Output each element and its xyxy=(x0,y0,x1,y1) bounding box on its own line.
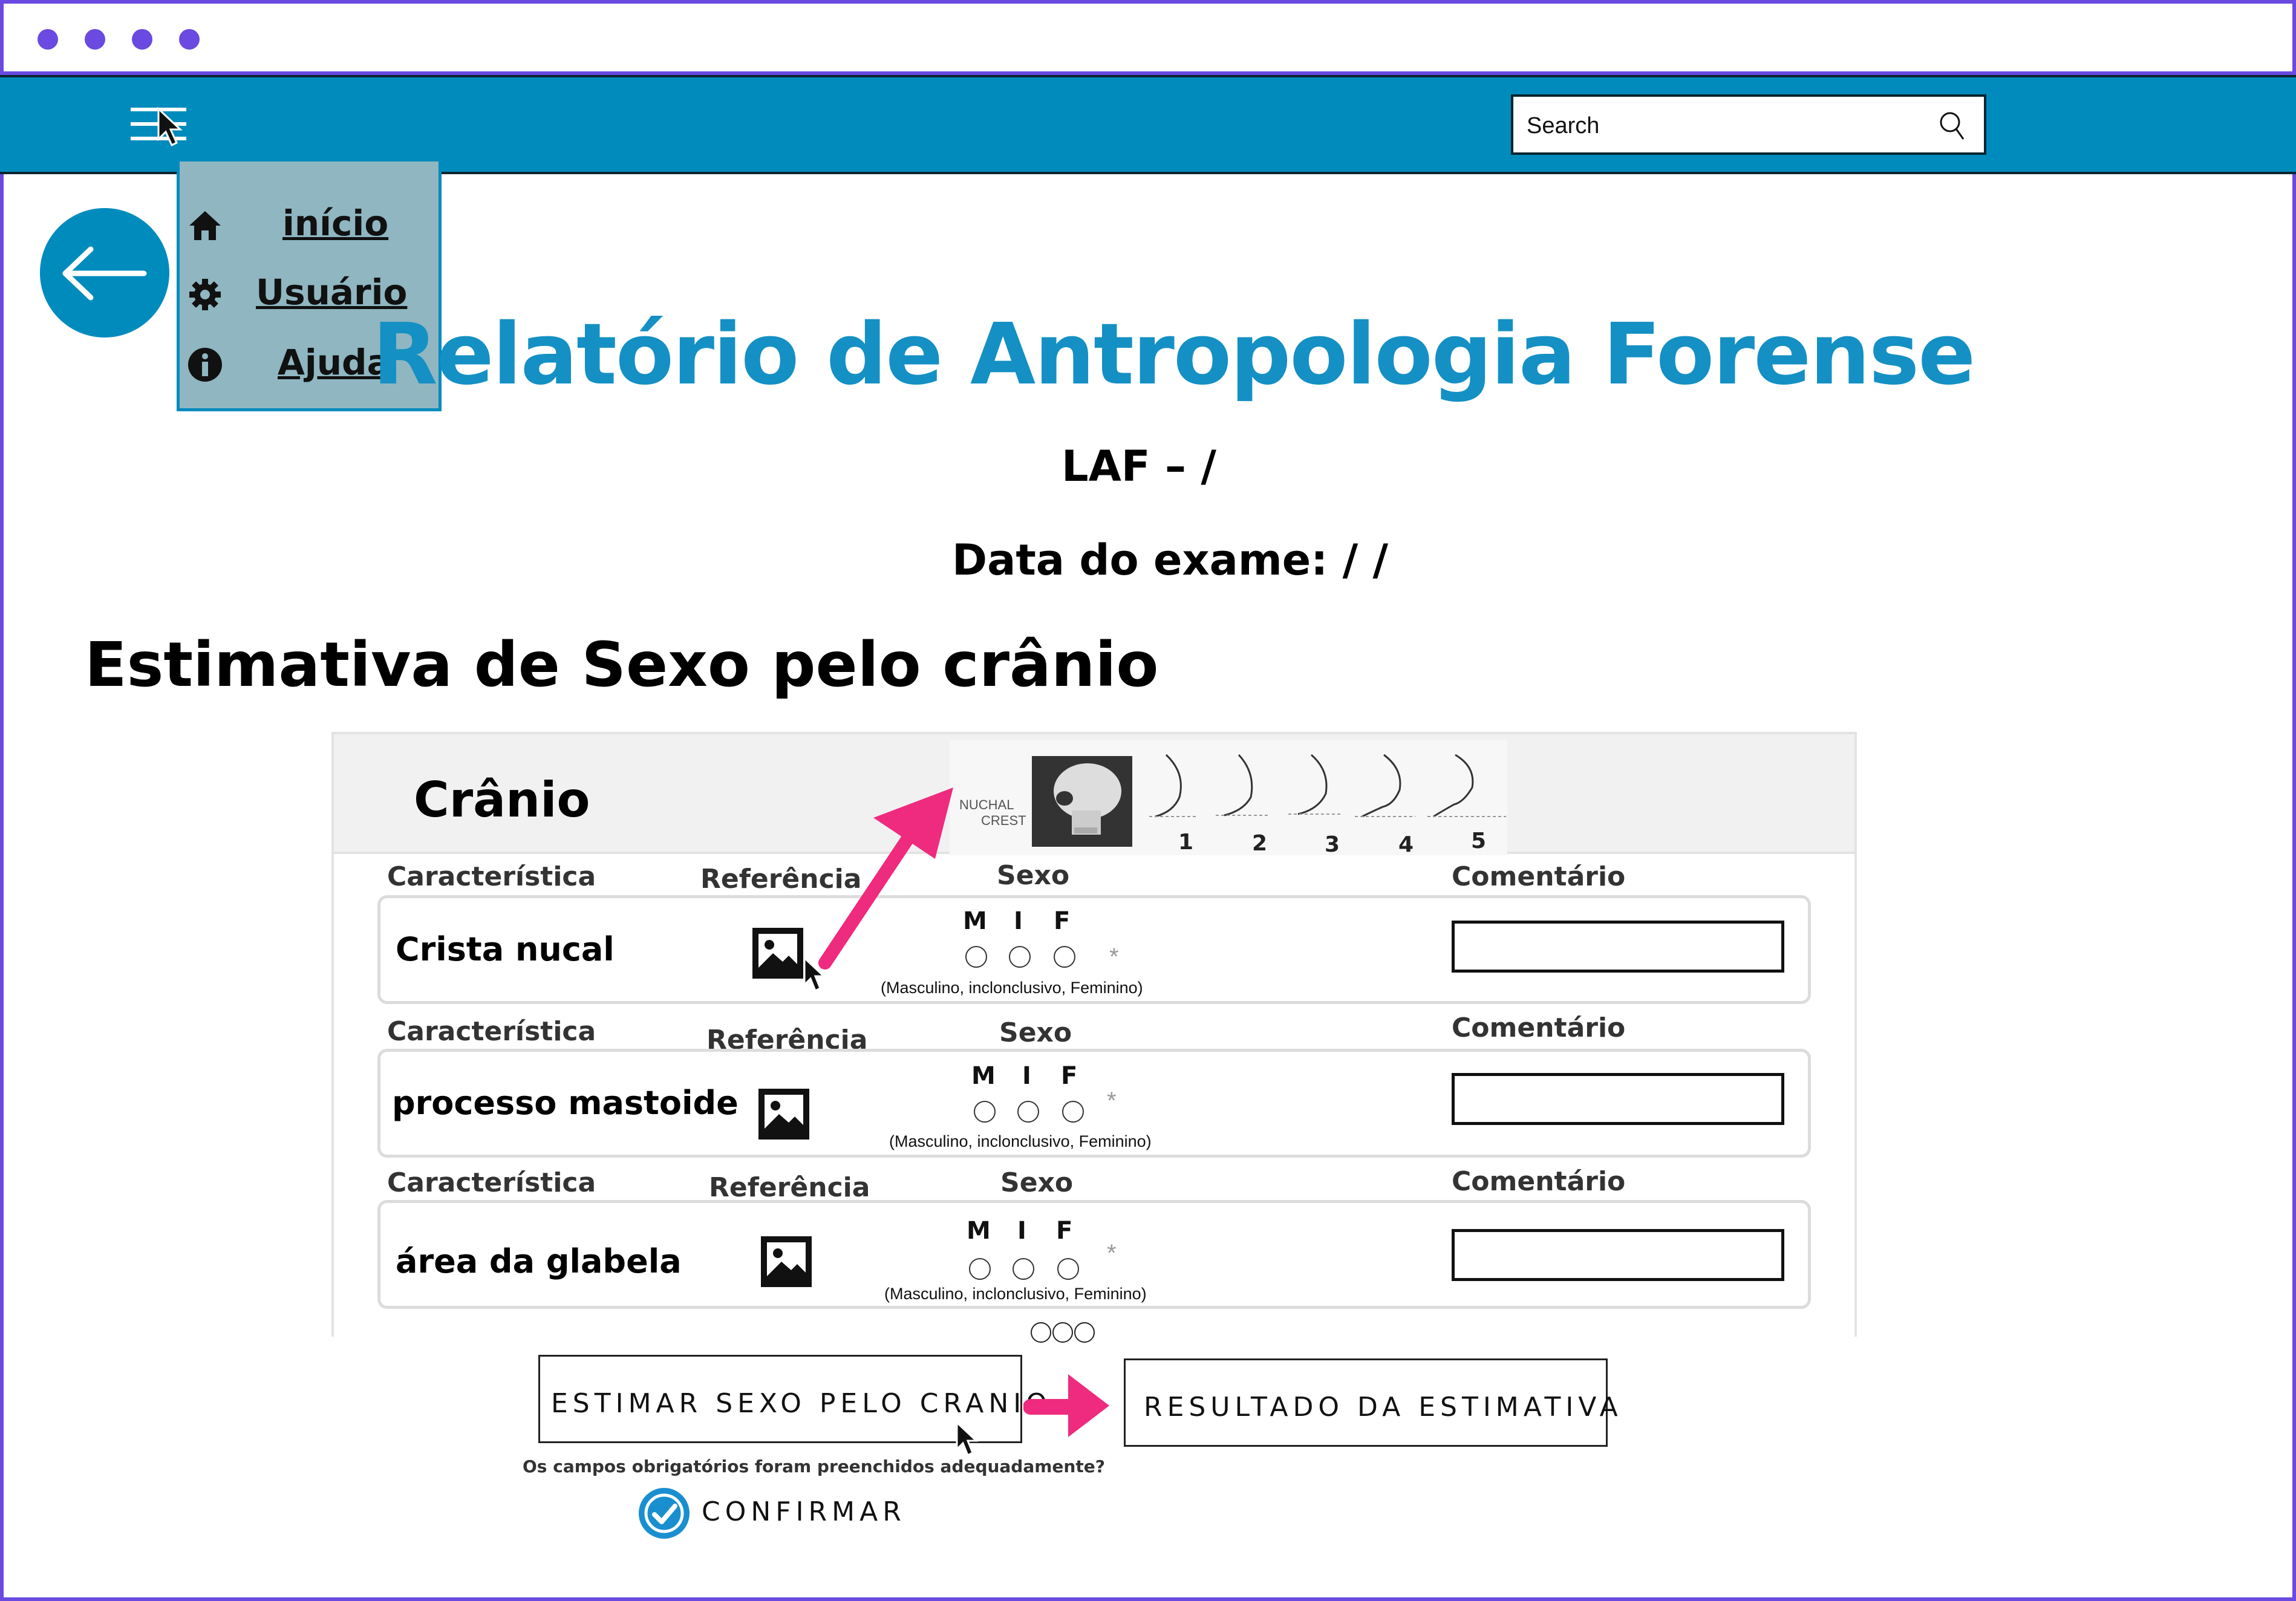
scale-label-5: 5 xyxy=(1471,829,1487,853)
scale-label-2: 2 xyxy=(1252,831,1268,856)
column-header-characteristic: Característica xyxy=(387,1016,596,1047)
exam-date: Data do exame: / / xyxy=(952,535,1389,585)
sex-option-i: I xyxy=(1022,1062,1031,1090)
menu-item-inicio[interactable]: início xyxy=(180,199,440,247)
sex-option-i: I xyxy=(1014,907,1023,935)
search-icon[interactable] xyxy=(1936,109,1969,143)
mouse-cursor-icon xyxy=(956,1420,979,1457)
reference-image-label: NUCHAL CREST xyxy=(959,797,1026,828)
search-box[interactable] xyxy=(1511,94,1986,155)
comment-field[interactable] xyxy=(1452,921,1784,973)
radio-inconclusivo[interactable] xyxy=(1017,1101,1039,1123)
window-dot xyxy=(179,29,200,50)
column-header-characteristic: Característica xyxy=(387,1167,596,1198)
pager-dot[interactable] xyxy=(1074,1322,1095,1343)
scale-label-3: 3 xyxy=(1325,832,1340,857)
sex-option-f: F xyxy=(1061,1062,1078,1090)
check-circle-icon[interactable] xyxy=(639,1488,690,1539)
menu-item-label[interactable]: início xyxy=(282,203,388,244)
scale-label-1: 1 xyxy=(1178,830,1194,855)
estimation-result-button[interactable]: RESULTADO DA ESTIMATIVA xyxy=(1124,1358,1618,1447)
sex-option-f: F xyxy=(1056,1217,1073,1245)
sex-option-m: M xyxy=(971,1062,996,1090)
column-header-comment: Comentário xyxy=(1452,1166,1626,1197)
radio-masculino[interactable] xyxy=(969,1258,991,1280)
pager-dot[interactable] xyxy=(1031,1322,1051,1343)
mouse-cursor-icon xyxy=(157,106,183,147)
radio-masculino[interactable] xyxy=(965,946,987,968)
radio-feminino[interactable] xyxy=(1054,946,1075,968)
scale-label-4: 4 xyxy=(1398,832,1414,857)
radio-masculino[interactable] xyxy=(974,1101,996,1123)
nuchal-crest-scale xyxy=(1149,754,1506,818)
card-title: Crânio xyxy=(414,772,590,828)
estimation-result-button-label[interactable]: RESULTADO DA ESTIMATIVA xyxy=(1144,1392,1623,1423)
laf-number: LAF – / xyxy=(1062,442,1216,491)
window-dot xyxy=(132,29,152,50)
confirm-button-label[interactable]: CONFIRMAR xyxy=(702,1496,906,1527)
radio-feminino[interactable] xyxy=(1062,1101,1084,1123)
comment-field[interactable] xyxy=(1452,1229,1784,1281)
arrow-left-icon xyxy=(62,246,147,301)
required-fields-question: Os campos obrigatórios foram preenchidos… xyxy=(523,1456,1105,1476)
image-icon[interactable] xyxy=(758,1234,814,1290)
pager-dot[interactable] xyxy=(1052,1322,1073,1343)
estimate-sex-button-label[interactable]: ESTIMAR SEXO PELO CRANIO xyxy=(551,1388,1052,1419)
column-header-comment: Comentário xyxy=(1452,1012,1626,1043)
column-header-sex: Sexo xyxy=(997,860,1070,891)
row-characteristic-name: processo mastoide xyxy=(392,1084,739,1122)
column-header-sex: Sexo xyxy=(999,1017,1072,1048)
image-icon[interactable] xyxy=(756,1086,812,1142)
window-dot xyxy=(38,29,58,50)
search-input[interactable] xyxy=(1525,110,1921,142)
comment-field[interactable] xyxy=(1452,1073,1784,1125)
required-marker: * xyxy=(1109,944,1119,970)
nuchal-crest-reference-image: NUCHAL CREST 1 2 3 4 5 xyxy=(950,740,1507,857)
home-icon xyxy=(189,211,221,240)
annotation-arrow-icon xyxy=(1023,1374,1109,1437)
radio-inconclusivo[interactable] xyxy=(1013,1258,1034,1280)
radio-feminino[interactable] xyxy=(1057,1258,1079,1280)
estimate-sex-button[interactable]: ESTIMAR SEXO PELO CRANIO xyxy=(538,1355,1047,1443)
skull-photo xyxy=(1032,756,1132,847)
window-dot xyxy=(85,29,105,50)
row-characteristic-name: Crista nucal xyxy=(396,930,615,968)
column-header-characteristic: Característica xyxy=(387,861,596,892)
sex-options-hint: (Masculino, inclonclusivo, Feminino) xyxy=(884,1285,1147,1303)
column-header-sex: Sexo xyxy=(1000,1167,1074,1198)
row-characteristic-name: área da glabela xyxy=(396,1242,682,1280)
sex-option-f: F xyxy=(1054,907,1071,935)
annotation-arrow-icon xyxy=(818,787,953,970)
column-header-reference: Referência xyxy=(709,1172,870,1203)
sex-option-i: I xyxy=(1017,1217,1026,1245)
sex-options-hint: (Masculino, inclonclusivo, Feminino) xyxy=(889,1132,1152,1150)
page-title: Relatório de Antropologia Forense xyxy=(372,305,1975,404)
column-header-comment: Comentário xyxy=(1452,861,1626,892)
sex-option-m: M xyxy=(967,1217,991,1245)
radio-inconclusivo[interactable] xyxy=(1009,946,1031,968)
required-marker: * xyxy=(1107,1240,1117,1267)
section-title: Estimativa de Sexo pelo crânio xyxy=(85,629,1159,701)
required-marker: * xyxy=(1107,1087,1117,1114)
sex-options-hint: (Masculino, inclonclusivo, Feminino) xyxy=(881,979,1143,997)
image-icon[interactable] xyxy=(750,925,806,981)
